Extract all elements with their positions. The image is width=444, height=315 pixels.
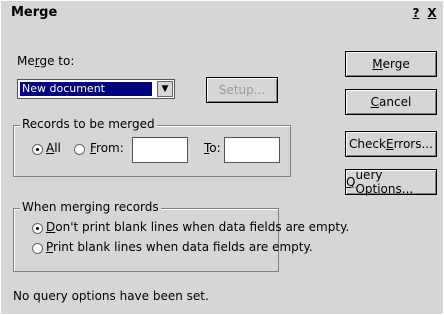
from-radio-label[interactable]: From: xyxy=(90,141,124,155)
all-radio-label[interactable]: All xyxy=(46,141,61,155)
merge-to-select[interactable]: New document ▼ xyxy=(17,79,175,99)
when-merging-group: When merging records Don't print blank l… xyxy=(13,200,349,272)
all-radio[interactable] xyxy=(32,144,43,155)
print-blank-lines-label[interactable]: Print blank lines when data fields are e… xyxy=(46,240,313,254)
dont-print-blank-lines-label[interactable]: Don't print blank lines when data fields… xyxy=(46,220,349,234)
when-merging-group-title: When merging records xyxy=(20,200,161,214)
dont-print-blank-lines-radio[interactable] xyxy=(32,223,43,234)
title-bar-controls: ? X xyxy=(409,5,439,21)
to-field[interactable] xyxy=(224,137,280,163)
merge-to-label: Merge to: xyxy=(17,54,75,68)
check-errors-button[interactable]: Check Errors... xyxy=(345,131,437,157)
merge-dialog: Merge ? X Merge to: New document ▼ Setup… xyxy=(0,0,444,315)
close-icon[interactable]: X xyxy=(425,5,439,21)
merge-button[interactable]: Merge xyxy=(345,51,437,77)
merge-to-selected-value: New document xyxy=(20,82,152,96)
cancel-button[interactable]: Cancel xyxy=(345,89,437,115)
setup-button[interactable]: Setup... xyxy=(206,77,278,103)
from-field[interactable] xyxy=(132,137,188,163)
records-to-merge-group: Records to be merged All From: To: xyxy=(13,117,291,177)
records-group-title: Records to be merged xyxy=(20,117,157,131)
help-icon[interactable]: ? xyxy=(409,5,423,21)
query-status-text: No query options have been set. xyxy=(13,289,209,303)
print-blank-lines-radio[interactable] xyxy=(32,243,43,254)
from-radio[interactable] xyxy=(74,144,85,155)
dialog-title: Merge xyxy=(11,5,58,20)
query-options-button[interactable]: Query Options... xyxy=(345,168,437,196)
to-label: To: xyxy=(204,141,221,155)
dropdown-arrow-icon[interactable]: ▼ xyxy=(157,81,173,97)
